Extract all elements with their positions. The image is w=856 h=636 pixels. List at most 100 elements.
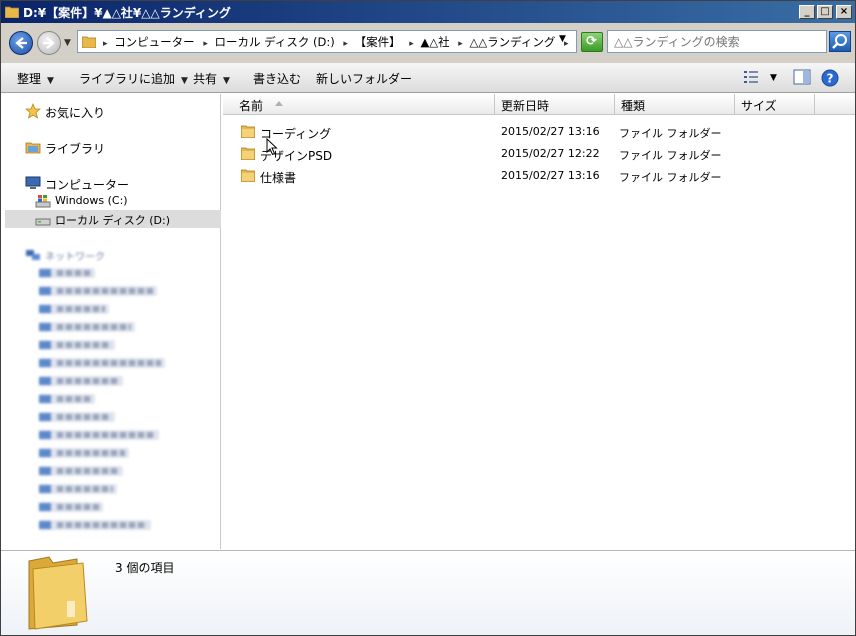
star-icon (25, 103, 41, 119)
network-computer-item[interactable] (39, 340, 115, 350)
breadcrumb-separator-icon[interactable]: ▸ (409, 39, 414, 49)
close-button[interactable]: × (836, 5, 852, 19)
maximize-button[interactable]: □ (817, 5, 833, 19)
network-computer-item[interactable] (39, 358, 165, 368)
view-options-icon[interactable] (743, 69, 761, 85)
breadcrumb-separator-icon[interactable]: ▸ (103, 39, 108, 49)
network-computer-item[interactable] (39, 430, 159, 440)
nav-computer-label: コンピューター (45, 178, 130, 192)
nav-drive-c[interactable]: Windows (C:) (5, 192, 221, 210)
sort-ascending-icon (275, 101, 283, 106)
nav-libraries[interactable]: ライブラリ (5, 138, 221, 156)
nav-drive-d[interactable]: ローカル ディスク (D:) (5, 210, 221, 228)
network-computer-item[interactable] (39, 394, 95, 404)
windows-drive-icon (35, 195, 51, 208)
network-computer-item[interactable] (39, 466, 123, 476)
folder-icon (241, 169, 255, 182)
column-date[interactable]: 更新日時 (495, 94, 615, 115)
network-computer-item[interactable] (39, 376, 123, 386)
back-button[interactable] (9, 31, 33, 55)
network-computer-item[interactable] (39, 412, 115, 422)
nav-libraries-label: ライブラリ (45, 142, 106, 156)
chevron-down-icon: ▼ (181, 76, 188, 86)
address-dropdown-icon[interactable]: ▼ (559, 34, 566, 44)
column-name[interactable]: 名前 (229, 94, 495, 115)
file-row[interactable]: デザインPSD 2015/02/27 12:22 ファイル フォルダー (233, 143, 843, 165)
folder-icon (82, 36, 96, 48)
address-bar[interactable]: ▸ コンピューター ▸ ローカル ディスク (D:) ▸ 【案件】 ▸ ▲△社 … (77, 30, 577, 53)
minimize-button[interactable]: _ (799, 5, 815, 19)
breadcrumb-company[interactable]: ▲△社 (420, 35, 449, 49)
file-date: 2015/02/27 12:22 (501, 147, 600, 160)
file-row[interactable]: 仕様書 2015/02/27 13:16 ファイル フォルダー (233, 165, 843, 187)
column-header: 名前 更新日時 種類 サイズ (223, 94, 855, 115)
search-icon (832, 34, 847, 49)
breadcrumb-landing[interactable]: △△ランディング (469, 35, 555, 49)
forward-button[interactable] (37, 31, 61, 55)
refresh-icon: ⟳ (586, 34, 597, 49)
burn-button[interactable]: 書き込む (253, 70, 301, 87)
network-computer-item[interactable] (39, 502, 103, 512)
breadcrumb-computer[interactable]: コンピューター (114, 35, 195, 49)
column-type[interactable]: 種類 (615, 94, 735, 115)
burn-label: 書き込む (253, 72, 302, 86)
nav-drive-d-label: ローカル ディスク (D:) (55, 214, 170, 227)
history-dropdown-icon[interactable]: ▼ (64, 38, 71, 48)
file-date: 2015/02/27 13:16 (501, 125, 600, 138)
window-title: D:¥【案件】¥▲△社¥△△ランディング (23, 6, 231, 20)
organize-button[interactable]: 整理 ▼ (17, 70, 54, 87)
breadcrumb-drive-d[interactable]: ローカル ディスク (D:) (215, 35, 335, 49)
folder-icon (241, 147, 255, 160)
file-type: ファイル フォルダー (619, 171, 722, 184)
breadcrumb-separator-icon[interactable]: ▸ (458, 39, 463, 49)
breadcrumb-separator-icon[interactable]: ▸ (203, 39, 208, 49)
nav-network[interactable]: ネットワーク (5, 246, 221, 264)
network-computer-item[interactable] (39, 448, 129, 458)
column-date-label: 更新日時 (501, 99, 550, 113)
column-name-label: 名前 (239, 99, 264, 113)
search-button[interactable] (829, 31, 851, 52)
view-dropdown-icon[interactable]: ▼ (770, 73, 777, 83)
library-icon (25, 142, 41, 154)
network-computer-item[interactable] (39, 304, 109, 314)
organize-label: 整理 (17, 72, 42, 86)
chevron-down-icon: ▼ (223, 76, 230, 86)
breadcrumb-projects[interactable]: 【案件】 (355, 35, 401, 49)
title-bar[interactable]: D:¥【案件】¥▲△社¥△△ランディング _ □ × (1, 1, 855, 23)
column-size[interactable]: サイズ (735, 94, 815, 115)
mouse-cursor-icon (266, 138, 278, 156)
network-computer-item[interactable] (39, 484, 117, 494)
column-type-label: 種類 (621, 99, 646, 113)
file-type: ファイル フォルダー (619, 127, 722, 140)
breadcrumb-separator-icon[interactable]: ▸ (343, 39, 348, 49)
network-computer-item[interactable] (39, 286, 157, 296)
network-icon (26, 250, 40, 260)
explorer-window: D:¥【案件】¥▲△社¥△△ランディング _ □ × ▼ ▸ コンピューター ▸… (0, 0, 856, 636)
network-computer-item[interactable] (39, 520, 151, 530)
new-folder-button[interactable]: 新しいフォルダー (316, 70, 412, 87)
address-row: ▼ ▸ コンピューター ▸ ローカル ディスク (D:) ▸ 【案件】 ▸ ▲△… (1, 23, 855, 63)
network-computer-item[interactable] (39, 322, 135, 332)
chevron-down-icon: ▼ (47, 76, 54, 86)
share-label: 共有 (193, 72, 218, 86)
computer-icon (25, 176, 41, 189)
navigation-pane: お気に入り ライブラリ コンピューター Windows (C:) ローカル ディ… (5, 94, 221, 549)
folder-icon (241, 125, 255, 138)
include-library-button[interactable]: ライブラリに追加 ▼ (79, 70, 188, 87)
share-button[interactable]: 共有 ▼ (193, 70, 230, 87)
drive-icon (35, 218, 51, 226)
nav-favorites[interactable]: お気に入り (5, 102, 221, 120)
help-icon[interactable]: ? (821, 69, 839, 87)
item-count: 3 個の項目 (115, 561, 175, 575)
refresh-button[interactable]: ⟳ (581, 32, 603, 52)
search-box[interactable] (607, 30, 827, 53)
file-type: ファイル フォルダー (619, 149, 722, 162)
network-computer-item[interactable] (39, 268, 95, 278)
arrow-left-icon (15, 37, 27, 49)
nav-computer[interactable]: コンピューター (5, 174, 221, 192)
nav-favorites-label: お気に入り (45, 106, 106, 120)
search-input[interactable] (614, 32, 824, 51)
preview-pane-icon[interactable] (793, 69, 811, 85)
folder-icon (5, 6, 19, 18)
file-row[interactable]: コーディング 2015/02/27 13:16 ファイル フォルダー (233, 121, 843, 143)
